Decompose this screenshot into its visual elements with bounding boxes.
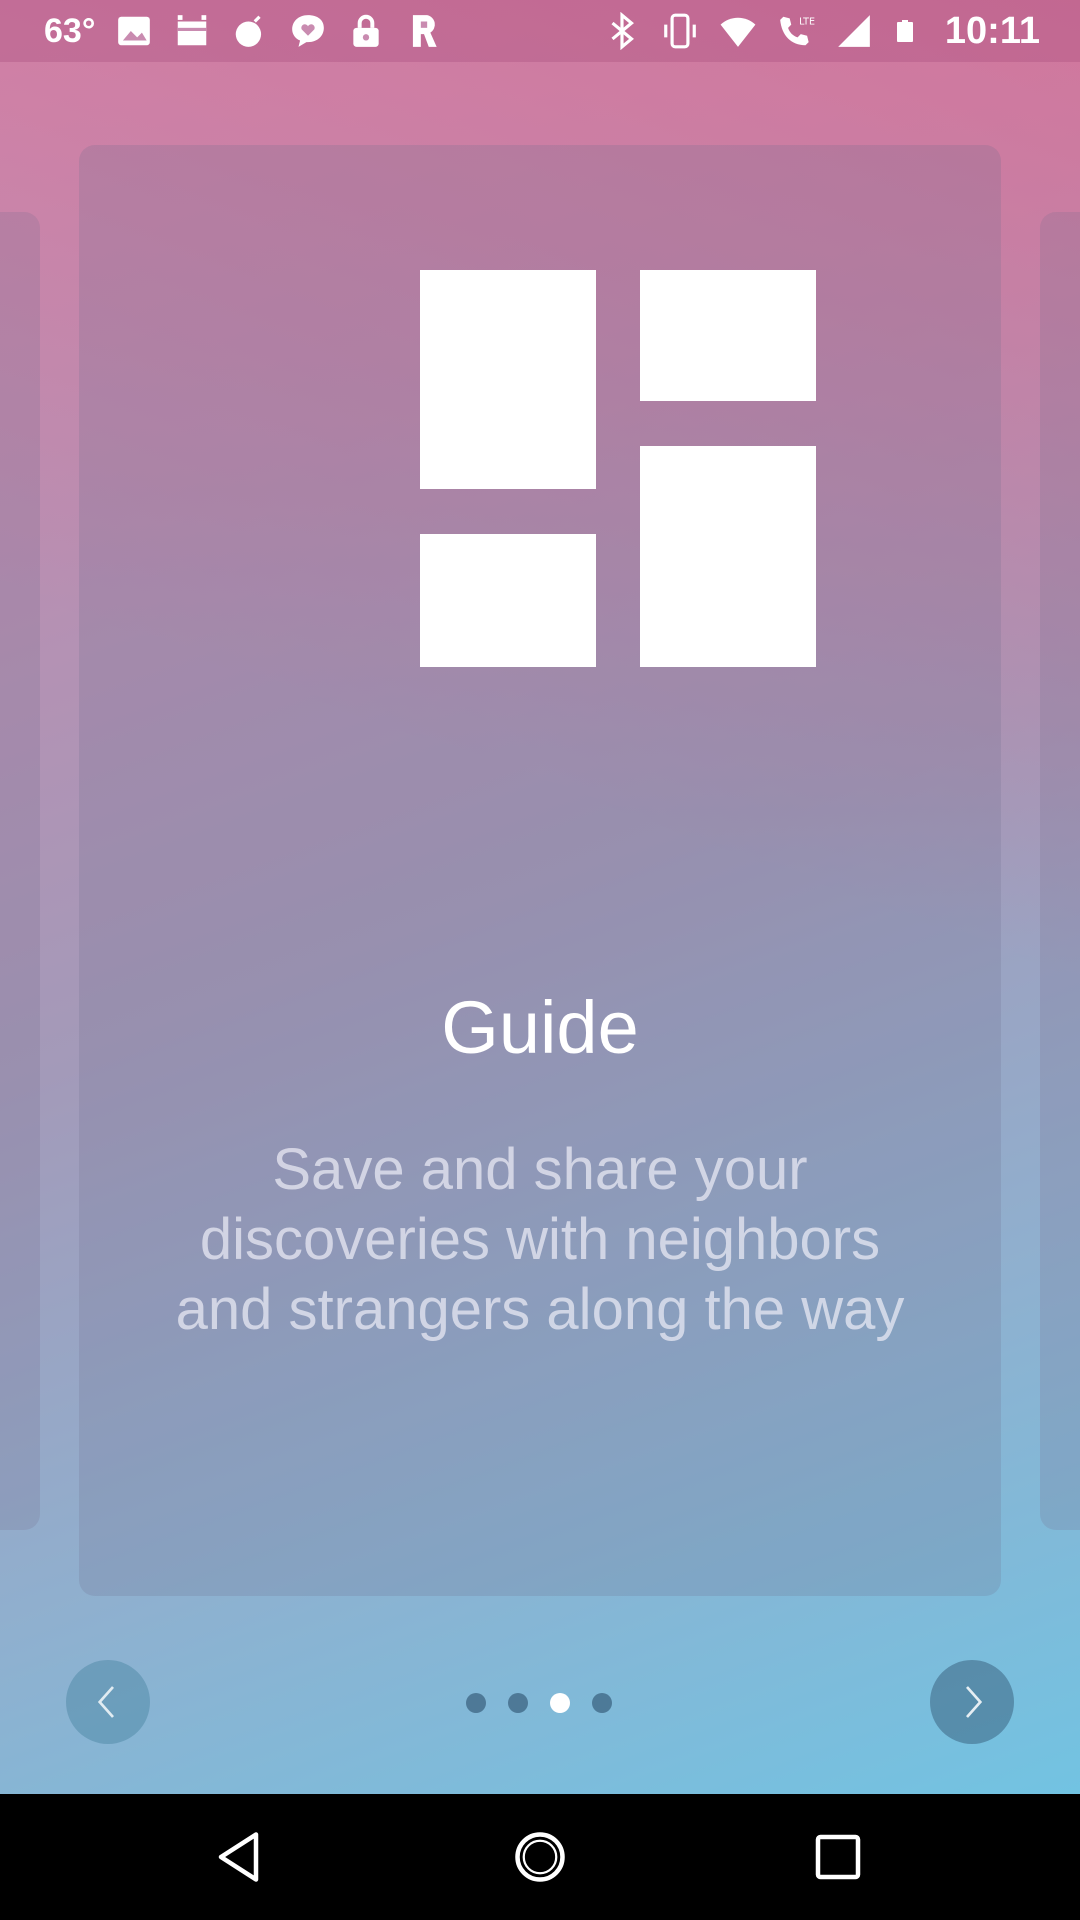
chevron-left-icon	[97, 1686, 114, 1718]
temperature-label: 63°	[44, 11, 96, 50]
grid-tiles-icon	[420, 270, 816, 667]
vibrate-icon	[664, 13, 696, 49]
page-dot-4[interactable]	[592, 1693, 612, 1713]
back-triangle-icon[interactable]	[211, 1827, 271, 1887]
next-button[interactable]	[930, 1660, 1014, 1744]
recents-square-icon[interactable]	[808, 1827, 868, 1887]
page-indicator	[466, 1693, 612, 1713]
page-dot-2[interactable]	[508, 1693, 528, 1713]
heart-message-icon	[292, 15, 325, 47]
card-description: Save and share your discoveries with nei…	[175, 1137, 905, 1342]
status-bar-right: LTE 10:11	[603, 0, 1040, 62]
next-page-card-peek[interactable]	[1040, 212, 1080, 1530]
onboarding-card: Guide Save and share your discoveries wi…	[79, 145, 1001, 1596]
page-dot-3-active[interactable]	[550, 1693, 570, 1713]
clock: 10:11	[944, 9, 1040, 52]
system-navigation-bar	[0, 1794, 1080, 1920]
r-app-icon	[413, 15, 438, 47]
battery-icon	[896, 20, 913, 42]
signal-icon	[838, 15, 870, 47]
previous-button[interactable]	[66, 1660, 150, 1744]
bluetooth-icon	[611, 12, 634, 50]
status-bar-left: 63°	[44, 0, 443, 62]
previous-page-card-peek[interactable]	[0, 212, 40, 1530]
wifi-icon	[720, 17, 756, 47]
svg-text:LTE: LTE	[799, 17, 815, 28]
bomb-icon	[236, 15, 262, 47]
chevron-right-icon	[966, 1686, 983, 1718]
page-dot-1[interactable]	[466, 1693, 486, 1713]
status-bar: 63° LTE 10:11	[0, 0, 1080, 62]
card-title: Guide	[441, 986, 639, 1069]
home-circle-icon[interactable]	[510, 1827, 570, 1887]
lte-call-icon: LTE	[780, 17, 815, 46]
onboarding-screen: 63° LTE 10:11 Guide Save and share your …	[0, 0, 1080, 1794]
image-icon	[118, 16, 151, 46]
lock-icon	[353, 14, 380, 47]
android-debug-icon	[178, 15, 207, 46]
